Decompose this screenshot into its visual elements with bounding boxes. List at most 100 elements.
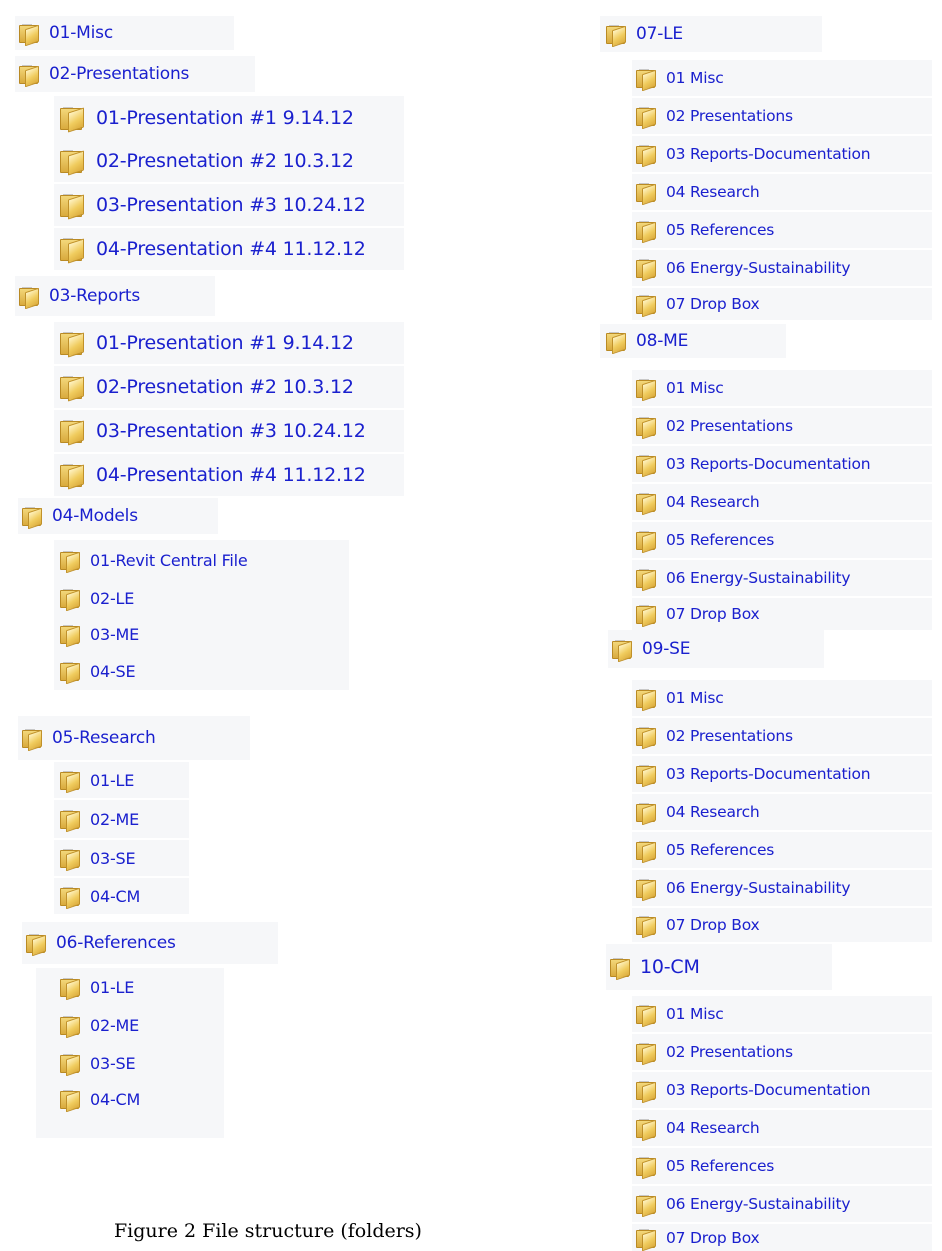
folder-item-08-4[interactable]: 04 Research: [632, 484, 932, 520]
folder-icon: [19, 24, 39, 47]
folder-label: 02 Presentations: [666, 727, 793, 745]
folder-item-09-1[interactable]: 01 Misc: [632, 680, 932, 716]
folder-item-07-5[interactable]: 05 References: [632, 212, 932, 248]
folder-item-09-2[interactable]: 02 Presentations: [632, 718, 932, 754]
folder-label: 05 References: [666, 531, 775, 549]
folder-icon: [636, 841, 656, 864]
folder-icon: [636, 765, 656, 788]
folder-item-03-4[interactable]: 04-Presentation #4 11.12.12: [54, 454, 404, 496]
folder-item-10-3[interactable]: 03 Reports-Documentation: [632, 1072, 932, 1108]
folder-item-04-4[interactable]: 04-SE: [54, 652, 349, 690]
folder-item-02-4[interactable]: 04-Presentation #4 11.12.12: [54, 228, 404, 270]
folder-icon: [636, 689, 656, 712]
folder-item-07-7[interactable]: 07 Drop Box: [632, 288, 932, 320]
folder-item-08-5[interactable]: 05 References: [632, 522, 932, 558]
folder-label: 02 Presentations: [666, 1043, 793, 1061]
folder-item-09-se[interactable]: 09-SE: [608, 630, 824, 668]
folder-item-06-4[interactable]: 04-CM: [36, 1082, 224, 1138]
folder-icon: [60, 194, 84, 220]
folder-label: 05 References: [666, 1157, 775, 1175]
folder-icon: [636, 1195, 656, 1218]
folder-item-05-1[interactable]: 01-LE: [54, 762, 189, 798]
folder-item-02-3[interactable]: 03-Presentation #3 10.24.12: [54, 184, 404, 226]
folder-item-06-references[interactable]: 06-References: [22, 922, 278, 964]
folder-label: 04-Presentation #4 11.12.12: [96, 464, 366, 486]
folder-item-05-2[interactable]: 02-ME: [54, 800, 189, 838]
folder-icon: [60, 625, 80, 648]
folder-icon: [26, 934, 46, 957]
folder-item-07-3[interactable]: 03 Reports-Documentation: [632, 136, 932, 172]
folder-item-10-5[interactable]: 05 References: [632, 1148, 932, 1184]
folder-item-05-research[interactable]: 05-Research: [18, 716, 250, 760]
folder-item-06-1[interactable]: 01-LE: [36, 968, 224, 1006]
folder-icon: [612, 640, 632, 663]
folder-item-07-4[interactable]: 04 Research: [632, 174, 932, 210]
folder-item-08-me[interactable]: 08-ME: [600, 324, 786, 358]
folder-label: 04 Research: [666, 493, 760, 511]
folder-label: 04-CM: [90, 886, 141, 906]
folder-item-03-1[interactable]: 01-Presentation #1 9.14.12: [54, 322, 404, 364]
folder-icon: [19, 65, 39, 88]
folder-item-07-1[interactable]: 01 Misc: [632, 60, 932, 96]
folder-icon: [60, 150, 84, 176]
folder-icon: [22, 507, 42, 530]
folder-item-05-3[interactable]: 03-SE: [54, 840, 189, 876]
folder-item-06-2[interactable]: 02-ME: [36, 1006, 224, 1044]
folder-icon: [636, 1119, 656, 1142]
folder-label: 07 Drop Box: [666, 916, 760, 934]
folder-label: 02-LE: [90, 588, 135, 608]
folder-item-10-1[interactable]: 01 Misc: [632, 996, 932, 1032]
folder-label: 02-ME: [90, 809, 140, 829]
folder-item-08-1[interactable]: 01 Misc: [632, 370, 932, 406]
folder-icon: [60, 238, 84, 264]
folder-item-03-2[interactable]: 02-Presnetation #2 10.3.12: [54, 366, 404, 408]
folder-item-10-cm[interactable]: 10-CM: [606, 944, 832, 990]
folder-item-07-6[interactable]: 06 Energy-Sustainability: [632, 250, 932, 286]
folder-item-04-models[interactable]: 04-Models: [18, 498, 218, 534]
folder-label: 07 Drop Box: [666, 605, 760, 623]
folder-item-05-4[interactable]: 04-CM: [54, 878, 189, 914]
folder-item-08-2[interactable]: 02 Presentations: [632, 408, 932, 444]
folder-item-04-1[interactable]: 01-Revit Central File: [54, 540, 349, 580]
folder-item-10-4[interactable]: 04 Research: [632, 1110, 932, 1146]
folder-item-08-7[interactable]: 07 Drop Box: [632, 598, 932, 630]
folder-label: 09-SE: [642, 639, 691, 659]
folder-item-04-3[interactable]: 03-ME: [54, 616, 349, 652]
folder-icon: [636, 145, 656, 168]
folder-item-03-3[interactable]: 03-Presentation #3 10.24.12: [54, 410, 404, 452]
folder-label: 06 Energy-Sustainability: [666, 259, 851, 277]
folder-item-10-6[interactable]: 06 Energy-Sustainability: [632, 1186, 932, 1222]
folder-item-02-1[interactable]: 01-Presentation #1 9.14.12: [54, 96, 404, 140]
folder-label: 02-Presnetation #2 10.3.12: [96, 376, 354, 398]
folder-item-09-7[interactable]: 07 Drop Box: [632, 908, 932, 942]
folder-item-08-3[interactable]: 03 Reports-Documentation: [632, 446, 932, 482]
folder-icon: [636, 916, 656, 939]
folder-label: 02-ME: [90, 1015, 140, 1035]
folder-item-01-misc[interactable]: 01-Misc: [15, 16, 234, 50]
folder-icon: [60, 1054, 80, 1077]
folder-item-02-2[interactable]: 02-Presnetation #2 10.3.12: [54, 140, 404, 182]
folder-item-08-6[interactable]: 06 Energy-Sustainability: [632, 560, 932, 596]
folder-item-10-7[interactable]: 07 Drop Box: [632, 1224, 932, 1251]
folder-icon: [60, 887, 80, 910]
folder-item-09-4[interactable]: 04 Research: [632, 794, 932, 830]
folder-label: 01 Misc: [666, 689, 724, 707]
folder-icon: [636, 879, 656, 902]
folder-item-10-2[interactable]: 02 Presentations: [632, 1034, 932, 1070]
folder-icon: [636, 455, 656, 478]
folder-item-06-3[interactable]: 03-SE: [36, 1044, 224, 1082]
folder-item-02-presentations[interactable]: 02-Presentations: [15, 56, 255, 92]
folder-icon: [19, 287, 39, 310]
folder-icon: [636, 1043, 656, 1066]
folder-item-04-2[interactable]: 02-LE: [54, 580, 349, 616]
folder-icon: [636, 379, 656, 402]
folder-icon: [60, 376, 84, 402]
folder-icon: [610, 958, 630, 981]
folder-item-09-5[interactable]: 05 References: [632, 832, 932, 868]
folder-item-07-2[interactable]: 02 Presentations: [632, 98, 932, 134]
folder-item-07-le[interactable]: 07-LE: [600, 16, 822, 52]
folder-item-09-3[interactable]: 03 Reports-Documentation: [632, 756, 932, 792]
folder-item-03-reports[interactable]: 03-Reports: [15, 276, 215, 316]
folder-icon: [636, 727, 656, 750]
folder-item-09-6[interactable]: 06 Energy-Sustainability: [632, 870, 932, 906]
